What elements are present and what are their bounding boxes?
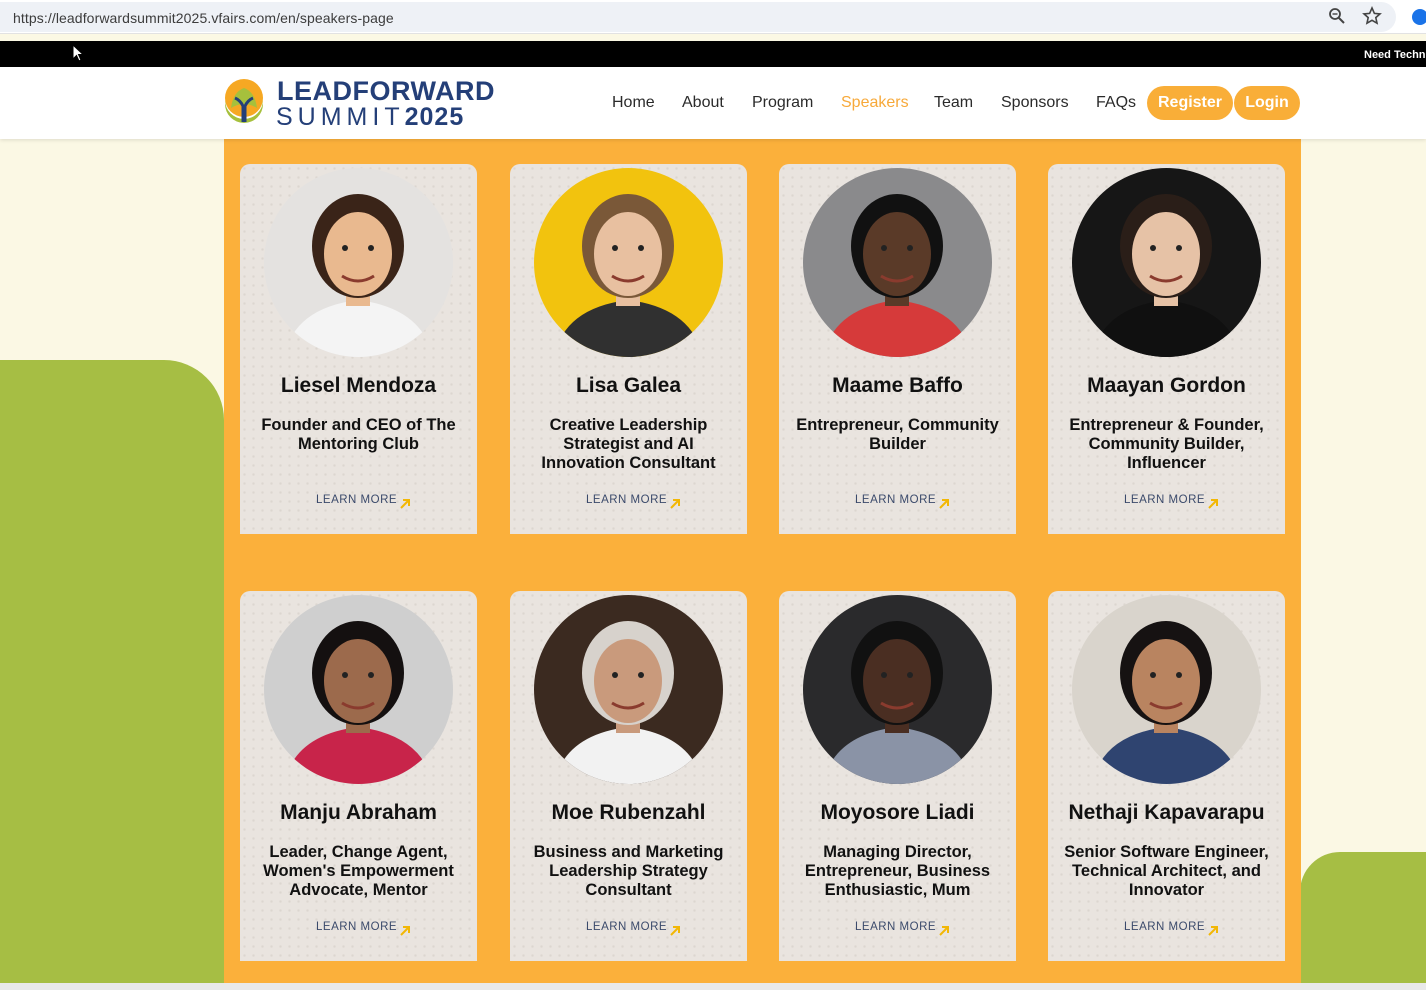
portrait-image [264,595,453,784]
learn-more-link[interactable]: LEARN MORE [1124,494,1205,506]
tree-logo-icon[interactable] [223,78,265,124]
portrait-image [534,168,723,357]
speaker-name: Nethaji Kapavarapu [1068,801,1265,824]
url-field[interactable]: https://leadforwardsummit2025.vfairs.com… [0,2,1396,32]
learn-more-link[interactable]: LEARN MORE [316,921,397,933]
learn-more-link[interactable]: LEARN MORE [586,921,667,933]
speaker-role: Founder and CEO of The Mentoring Club [261,416,456,453]
speaker-photo[interactable] [803,595,992,784]
mouse-cursor-icon [72,44,84,62]
announcement-bar: Need Techni [0,41,1426,67]
nav-program[interactable]: Program [752,94,813,112]
speaker-role: Entrepreneur & Founder, Community Builde… [1069,416,1264,472]
tech-support-text[interactable]: Need Techni [1364,49,1426,61]
speaker-name: Maayan Gordon [1087,374,1246,397]
portrait-image [1072,168,1261,357]
speaker-name: Moe Rubenzahl [551,801,706,824]
speaker-name: Maame Baffo [832,374,963,397]
learn-more-link[interactable]: LEARN MORE [1124,921,1205,933]
speaker-photo[interactable] [264,168,453,357]
speaker-photo[interactable] [803,168,992,357]
background-green-shape-left [0,360,224,990]
speaker-name: Liesel Mendoza [280,374,437,397]
portrait-image [803,168,992,357]
nav-speakers[interactable]: Speakers [841,94,909,112]
learn-more-link[interactable]: LEARN MORE [316,494,397,506]
speaker-card[interactable]: Maayan Gordon Entrepreneur & Founder, Co… [1048,164,1285,534]
logo-subtitle: SUMMIT2025 [276,103,465,131]
speaker-photo[interactable] [1072,595,1261,784]
register-button[interactable]: Register [1147,86,1233,120]
nav-about[interactable]: About [682,94,724,112]
portrait-image [1072,595,1261,784]
speaker-role: Creative Leadership Strategist and AI In… [541,416,716,472]
speaker-card[interactable]: Maame Baffo Entrepreneur, Community Buil… [779,164,1016,534]
portrait-image [264,168,453,357]
bookmark-star-icon[interactable] [1362,6,1382,26]
speaker-card[interactable]: Moe Rubenzahl Business and Marketing Lea… [510,591,747,961]
speaker-role: Leader, Change Agent, Women's Empowermen… [263,843,454,899]
nav-home[interactable]: Home [612,94,655,112]
speaker-role: Business and Marketing Leadership Strate… [533,843,724,899]
arrow-up-right-icon[interactable] [669,498,681,510]
nav-team[interactable]: Team [934,94,973,112]
learn-more-link[interactable]: LEARN MORE [855,494,936,506]
background-green-shape-right [1300,852,1426,990]
speaker-card[interactable]: Nethaji Kapavarapu Senior Software Engin… [1048,591,1285,961]
url-text: https://leadforwardsummit2025.vfairs.com… [13,10,394,26]
portrait-image [534,595,723,784]
browser-address-bar: https://leadforwardsummit2025.vfairs.com… [0,0,1426,34]
speaker-card[interactable]: Liesel Mendoza Founder and CEO of The Me… [240,164,477,534]
nav-faqs[interactable]: FAQs [1096,94,1136,112]
portrait-image [803,595,992,784]
arrow-up-right-icon[interactable] [1207,498,1219,510]
speaker-name: Moyosore Liadi [820,801,975,824]
arrow-up-right-icon[interactable] [399,925,411,937]
speaker-card[interactable]: Moyosore Liadi Managing Director, Entrep… [779,591,1016,961]
speaker-photo[interactable] [534,168,723,357]
bottom-scroll-edge [0,983,1426,990]
arrow-up-right-icon[interactable] [938,925,950,937]
arrow-up-right-icon[interactable] [1207,925,1219,937]
speaker-role: Entrepreneur, Community Builder [796,416,999,453]
speaker-photo[interactable] [264,595,453,784]
speaker-role: Managing Director, Entrepreneur, Busines… [804,843,991,899]
login-button[interactable]: Login [1234,86,1300,120]
speaker-role: Senior Software Engineer, Technical Arch… [1064,843,1269,899]
learn-more-link[interactable]: LEARN MORE [586,494,667,506]
arrow-up-right-icon[interactable] [938,498,950,510]
speaker-photo[interactable] [1072,168,1261,357]
site-header: LEADFORWARD SUMMIT2025 Home About Progra… [0,67,1426,139]
nav-sponsors[interactable]: Sponsors [1001,94,1069,112]
arrow-up-right-icon[interactable] [399,498,411,510]
learn-more-link[interactable]: LEARN MORE [855,921,936,933]
speaker-photo[interactable] [534,595,723,784]
speaker-card[interactable]: Manju Abraham Leader, Change Agent, Wome… [240,591,477,961]
zoom-icon[interactable] [1328,7,1346,25]
profile-icon[interactable] [1412,9,1426,25]
speaker-name: Lisa Galea [575,374,682,397]
arrow-up-right-icon[interactable] [669,925,681,937]
speaker-name: Manju Abraham [280,801,437,824]
speaker-card[interactable]: Lisa Galea Creative Leadership Strategis… [510,164,747,534]
